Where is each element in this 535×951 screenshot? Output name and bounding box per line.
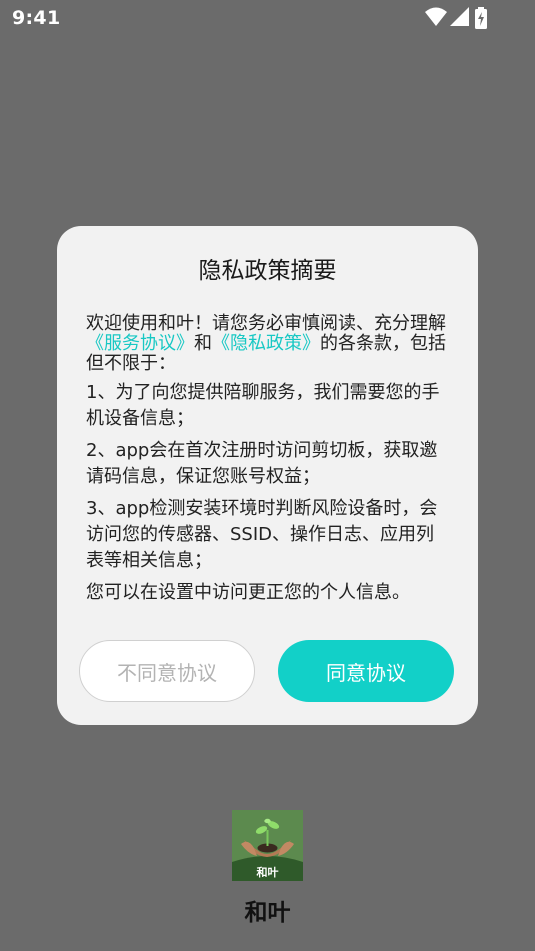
intro-connector: 和 xyxy=(194,333,212,354)
privacy-dialog: 隐私政策摘要 欢迎使用和叶！请您务必审慎阅读、充分理解《服务协议》和《隐私政策》… xyxy=(57,226,478,725)
service-agreement-link[interactable]: 《服务协议》 xyxy=(86,333,194,354)
privacy-policy-link[interactable]: 《隐私政策》 xyxy=(212,333,320,354)
cellular-signal-icon xyxy=(450,7,469,26)
status-time: 9:41 xyxy=(12,7,61,29)
dialog-body: 欢迎使用和叶！请您务必审慎阅读、充分理解《服务协议》和《隐私政策》的各条款，包括… xyxy=(86,314,451,612)
agree-button[interactable]: 同意协议 xyxy=(278,640,454,702)
dialog-title: 隐私政策摘要 xyxy=(198,258,337,284)
app-logo: 和叶 xyxy=(232,810,303,881)
battery-icon xyxy=(475,7,487,29)
intro-paragraph: 欢迎使用和叶！请您务必审慎阅读、充分理解《服务协议》和《隐私政策》的各条款，包括… xyxy=(86,314,451,374)
status-icons xyxy=(425,7,495,29)
clause-personal-info: 您可以在设置中访问更正您的个人信息。 xyxy=(86,582,410,603)
clause-clipboard: 2、app会在首次注册时访问剪切板，获取邀请码信息，保证您账号权益； xyxy=(86,440,438,487)
app-name: 和叶 xyxy=(244,900,291,926)
clause-environment-check: 3、app检测安装环境时判断风险设备时，会访问您的传感器、SSID、操作日志、应… xyxy=(86,498,438,571)
decline-button[interactable]: 不同意协议 xyxy=(79,640,255,702)
status-bar: 9:41 xyxy=(0,0,535,36)
intro-prefix: 欢迎使用和叶！请您务必审慎阅读、充分理解 xyxy=(86,313,446,334)
wifi-icon xyxy=(425,7,447,26)
clause-device-info: 1、为了向您提供陪聊服务，我们需要您的手机设备信息； xyxy=(86,382,440,429)
logo-wordmark: 和叶 xyxy=(256,866,279,879)
